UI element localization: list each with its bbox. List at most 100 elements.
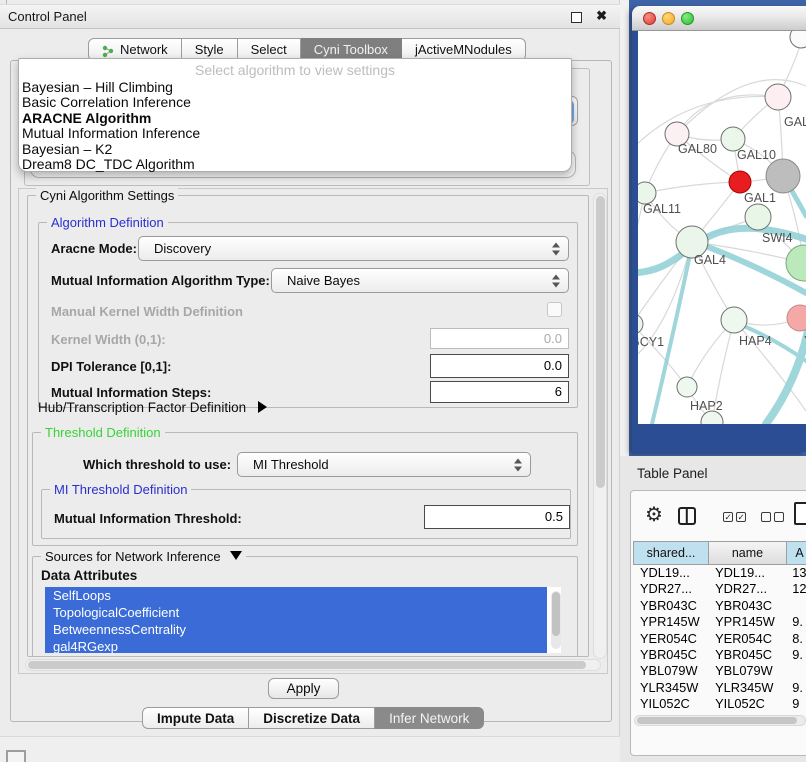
- network-node-label: GCY1: [638, 335, 664, 349]
- column-header-shared-name[interactable]: shared...: [633, 541, 709, 565]
- hub-transcription-section[interactable]: Hub/Transcription Factor Definition: [38, 400, 267, 415]
- table-cell: YIL052C: [633, 696, 708, 712]
- network-node-label: GAL11: [643, 202, 681, 216]
- spinner-arrows-icon: [552, 242, 561, 255]
- dropdown-item[interactable]: Mutual Information Inference: [19, 126, 571, 141]
- attribute-list-item[interactable]: gal4RGexp: [45, 638, 547, 653]
- network-canvas[interactable]: GALGAL80GAL10GAL1GAL11SWI4GAL4GCY1HAP4YH…: [638, 31, 806, 424]
- manual-kernel-width-checkbox[interactable]: [547, 302, 562, 317]
- column-header-name[interactable]: name: [709, 541, 787, 565]
- close-window-icon[interactable]: ✖: [596, 8, 607, 24]
- tab-discretize-data[interactable]: Discretize Data: [249, 707, 375, 729]
- table-cell: YER054C: [708, 631, 785, 647]
- hub-transcription-label: Hub/Transcription Factor Definition: [38, 400, 246, 415]
- mi-steps-label: Mutual Information Steps:: [51, 385, 211, 400]
- network-node-y[interactable]: [787, 305, 806, 331]
- dropdown-item[interactable]: Dream8 DC_TDC Algorithm: [19, 157, 571, 172]
- mi-algorithm-type-value: Naive Bayes: [287, 269, 360, 293]
- panel-divider[interactable]: [620, 0, 629, 456]
- table-cell: 9.: [785, 680, 806, 696]
- bottom-strip: [0, 736, 620, 762]
- table-row[interactable]: YLR345WYLR345W9.: [633, 680, 806, 696]
- mi-algorithm-type-combobox[interactable]: Naive Bayes: [271, 268, 569, 293]
- collapsed-panel-icon[interactable]: [6, 750, 26, 762]
- which-threshold-value: MI Threshold: [253, 453, 329, 477]
- table-cell: YLR345W: [708, 680, 785, 696]
- tab-label: Discretize Data: [263, 711, 360, 726]
- kernel-width-field[interactable]: 0.0: [430, 328, 569, 349]
- data-attributes-label: Data Attributes: [41, 568, 137, 583]
- table-row[interactable]: YER054CYER054C8.: [633, 631, 806, 647]
- table-panel-body: ⚙ shared... name A YDL19...YDL19...13YDR…: [630, 490, 806, 756]
- dropdown-item[interactable]: Bayesian – K2: [19, 142, 571, 157]
- group-title: Algorithm Definition: [47, 215, 168, 230]
- table-cell: YIL052C: [708, 696, 785, 712]
- dropdown-item[interactable]: ARACNE Algorithm: [19, 111, 571, 126]
- table-row[interactable]: YDL19...YDL19...13: [633, 565, 806, 581]
- network-node[interactable]: [766, 159, 800, 193]
- attribute-list-item[interactable]: BetweennessCentrality: [45, 621, 547, 638]
- network-node[interactable]: [790, 31, 806, 48]
- select-all-columns-icon[interactable]: [723, 512, 746, 522]
- table-row[interactable]: YBL079WYBL079W: [633, 663, 806, 679]
- expand-arrow-icon[interactable]: [258, 401, 267, 413]
- float-window-icon[interactable]: [571, 12, 582, 23]
- dpi-tolerance-field[interactable]: 0.0: [430, 354, 569, 378]
- spinner-arrows-icon: [514, 458, 523, 471]
- network-node-hap2[interactable]: [677, 377, 697, 397]
- collapse-arrow-icon[interactable]: [230, 551, 242, 560]
- settings-vertical-scrollbar[interactable]: [593, 193, 607, 659]
- table-horizontal-scrollbar[interactable]: [634, 715, 806, 726]
- table-cell: YLR345W: [633, 680, 708, 696]
- dropdown-placeholder: Select algorithm to view settings: [19, 59, 571, 80]
- table-row[interactable]: YBR045CYBR045C9.: [633, 647, 806, 663]
- unselect-all-columns-icon[interactable]: [761, 512, 784, 522]
- network-node-gal[interactable]: [765, 84, 791, 110]
- table-row[interactable]: YDR27...YDR27...12: [633, 581, 806, 597]
- tab-impute-data[interactable]: Impute Data: [142, 707, 249, 729]
- table-cell: YDR27...: [633, 581, 708, 597]
- column-layout-icon[interactable]: [678, 507, 696, 525]
- which-threshold-combobox[interactable]: MI Threshold: [237, 452, 531, 477]
- table-cell: YDL19...: [708, 565, 785, 581]
- network-node-hap4[interactable]: [721, 307, 747, 333]
- tab-infer-network[interactable]: Infer Network: [375, 707, 484, 729]
- table-cell: 9.: [785, 647, 806, 663]
- apply-button[interactable]: Apply: [268, 678, 339, 699]
- network-node-label: SWI4: [762, 231, 793, 245]
- kernel-width-label: Kernel Width (0,1):: [51, 332, 166, 347]
- minimize-traffic-light-icon[interactable]: [662, 12, 675, 25]
- mi-threshold-field[interactable]: 0.5: [424, 505, 570, 529]
- network-node-gal11[interactable]: [638, 182, 656, 204]
- network-node-swi4[interactable]: [745, 204, 771, 230]
- table-cell: YBR045C: [633, 647, 708, 663]
- data-attributes-list[interactable]: SelfLoopsTopologicalCoefficientBetweenne…: [45, 587, 561, 653]
- gear-icon[interactable]: ⚙: [645, 505, 663, 525]
- network-node-label: GAL80: [678, 142, 717, 156]
- attribute-list-item[interactable]: TopologicalCoefficient: [45, 604, 547, 621]
- dropdown-item[interactable]: Bayesian – Hill Climbing: [19, 80, 571, 95]
- aracne-mode-combobox[interactable]: Discovery: [138, 236, 569, 261]
- table-row[interactable]: YIL052CYIL052C9: [633, 696, 806, 712]
- column-header-partial[interactable]: A: [787, 541, 806, 565]
- network-node-gal1[interactable]: [729, 171, 751, 193]
- attribute-list-item[interactable]: SelfLoops: [45, 587, 547, 604]
- mi-steps-field[interactable]: 6: [430, 381, 569, 403]
- network-node[interactable]: [786, 245, 806, 281]
- network-window-titlebar[interactable]: [632, 6, 806, 31]
- zoom-traffic-light-icon[interactable]: [681, 12, 694, 25]
- cyni-algorithm-settings-group: Cyni Algorithm Settings Algorithm Defini…: [27, 195, 589, 657]
- mi-threshold-definition-group: MI Threshold Definition Mutual Informati…: [41, 489, 571, 539]
- table-cell: YDL19...: [633, 565, 708, 581]
- sources-title: Sources for Network Inference: [45, 549, 221, 564]
- mi-threshold-value: 0.5: [545, 509, 563, 524]
- close-traffic-light-icon[interactable]: [643, 12, 656, 25]
- table-row[interactable]: YBR043CYBR043C: [633, 598, 806, 614]
- attribute-list-scrollbar[interactable]: [551, 591, 561, 649]
- dropdown-item[interactable]: Basic Correlation Inference: [19, 95, 571, 110]
- table-cell: YBR043C: [708, 598, 785, 614]
- settings-horizontal-scrollbar[interactable]: [25, 659, 601, 671]
- new-table-icon[interactable]: [794, 502, 806, 525]
- network-node-gcy1[interactable]: [638, 314, 643, 334]
- table-row[interactable]: YPR145WYPR145W9.: [633, 614, 806, 630]
